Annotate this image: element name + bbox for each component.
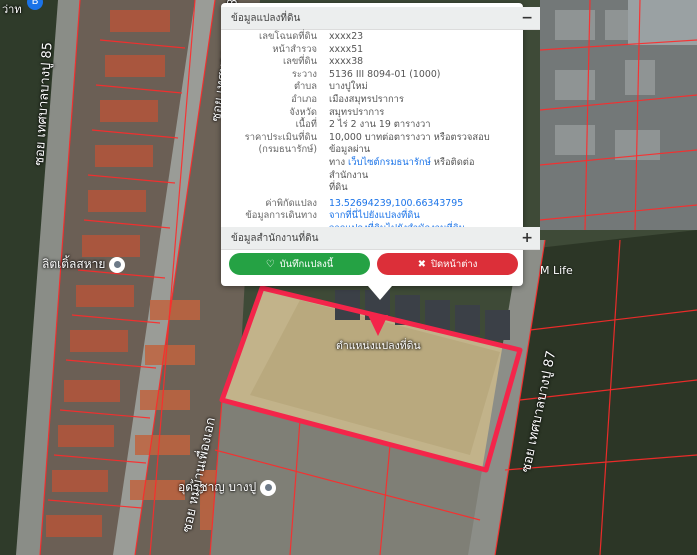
- save-button-label: บันทึกแปลงนี้: [279, 258, 334, 270]
- detail-label: อำเภอ: [291, 93, 317, 105]
- price-label-line1: ราคาประเมินที่ดิน: [244, 131, 317, 143]
- detail-value: บางปูใหม่: [329, 81, 368, 93]
- detail-value: xxxx23: [329, 31, 364, 42]
- detail-row-province: จังหวัด สมุทรปราการ: [221, 107, 523, 120]
- place-udon-chan[interactable]: อุดรชาญ บางปู: [178, 478, 277, 497]
- detail-row-district: อำเภอ เมืองสมุทรปราการ: [221, 94, 523, 107]
- place-little-sahai[interactable]: ลิตเติ้ลสหาย: [42, 255, 126, 274]
- section-title: ข้อมูลสำนักงานที่ดิน: [231, 232, 319, 244]
- close-button-label: ปิดหน้าต่าง: [430, 258, 478, 270]
- parcel-info-section-header[interactable]: ข้อมูลแปลงที่ดิน −: [221, 7, 540, 30]
- detail-label: เนื้อที่: [295, 119, 317, 131]
- parcel-details: เลขโฉนดที่ดิน xxxx23 หน้าสำรวจ xxxx51 เลขท…: [221, 31, 523, 236]
- heart-icon: ♡: [265, 258, 275, 270]
- detail-row-land-no: เลขที่ดิน xxxx38: [221, 56, 523, 69]
- price-label-line2: (กรมธนารักษ์): [258, 144, 318, 156]
- place-label: ลิตเติ้ลสหาย: [42, 257, 106, 271]
- place-pin-icon: [109, 256, 126, 273]
- detail-row-survey: หน้าสำรวจ xxxx51: [221, 44, 523, 57]
- detail-label: จังหวัด: [289, 106, 317, 118]
- detail-row-price: ราคาประเมินที่ดิน (กรมธนารักษ์) 10,000 บา…: [221, 132, 523, 195]
- section-title: ข้อมูลแปลงที่ดิน: [231, 12, 301, 24]
- collapse-icon[interactable]: −: [521, 10, 533, 26]
- detail-value: 5136 III 8094-01 (1000): [329, 68, 441, 80]
- popup-actions: ♡ บันทึกแปลงนี้ ✖ ปิดหน้าต่าง: [229, 253, 518, 275]
- place-m-life[interactable]: M Life: [540, 264, 573, 277]
- detail-row-deed: เลขโฉนดที่ดิน xxxx23: [221, 31, 523, 44]
- detail-row-sheet: ระวาง 5136 III 8094-01 (1000): [221, 69, 523, 82]
- detail-value: 2 ไร่ 2 งาน 19 ตารางวา: [329, 119, 431, 131]
- plot-marker-label: ตำแหน่งแปลงที่ดิน: [336, 340, 421, 352]
- detail-label: เลขที่ดิน: [282, 56, 317, 68]
- detail-label: ตำบล: [293, 81, 317, 93]
- parcel-info-popup: ข้อมูลแปลงที่ดิน − เลขโฉนดที่ดิน xxxx23 ห…: [221, 3, 540, 300]
- detail-row-coordinates: ค่าพิกัดแปลง 13.52694239,100.66343795: [221, 198, 523, 211]
- detail-row-area: เนื้อที่ 2 ไร่ 2 งาน 19 ตารางวา: [221, 119, 523, 132]
- price-text-line1: 10,000 บาทต่อตารางวา หรือตรวจสอบข้อมูลผ่…: [329, 131, 490, 156]
- save-parcel-button[interactable]: ♡ บันทึกแปลงนี้: [229, 253, 370, 275]
- detail-label: ค่าพิกัดแปลง: [265, 197, 317, 209]
- detail-label: ราคาประเมินที่ดิน (กรมธนารักษ์): [221, 132, 329, 195]
- detail-row-subdistrict: ตำบล บางปูใหม่: [221, 81, 523, 94]
- price-value: 10,000 บาทต่อตารางวา หรือตรวจสอบข้อมูลผ่…: [329, 132, 511, 195]
- close-icon: ✖: [417, 258, 426, 270]
- treasury-website-link[interactable]: เว็บไซต์กรมธนารักษ์: [348, 157, 431, 168]
- detail-value: สมุทรปราการ: [329, 106, 385, 118]
- price-text-line3: ที่ดิน: [329, 182, 348, 194]
- price-text-line2a: ทาง: [329, 156, 349, 168]
- route-to-parcel-link[interactable]: จากที่นี่ไปยังแปลงที่ดิน: [329, 210, 420, 221]
- expand-icon[interactable]: +: [521, 230, 533, 246]
- detail-value: เมืองสมุทรปราการ: [329, 93, 404, 105]
- place-label: อุดรชาญ บางปู: [178, 480, 257, 494]
- land-office-section-header[interactable]: ข้อมูลสำนักงานที่ดิน +: [221, 227, 540, 250]
- close-window-button[interactable]: ✖ ปิดหน้าต่าง: [377, 253, 518, 275]
- detail-label: ระวาง: [291, 68, 317, 80]
- detail-label: เลขโฉนดที่ดิน: [259, 31, 317, 42]
- corner-place-label: ว่าท: [2, 3, 22, 16]
- coordinates-link[interactable]: 13.52694239,100.66343795: [329, 198, 511, 211]
- place-pin-icon: [260, 479, 277, 496]
- detail-value: xxxx51: [329, 43, 364, 55]
- detail-value: xxxx38: [329, 56, 364, 68]
- detail-label: หน้าสำรวจ: [272, 43, 317, 55]
